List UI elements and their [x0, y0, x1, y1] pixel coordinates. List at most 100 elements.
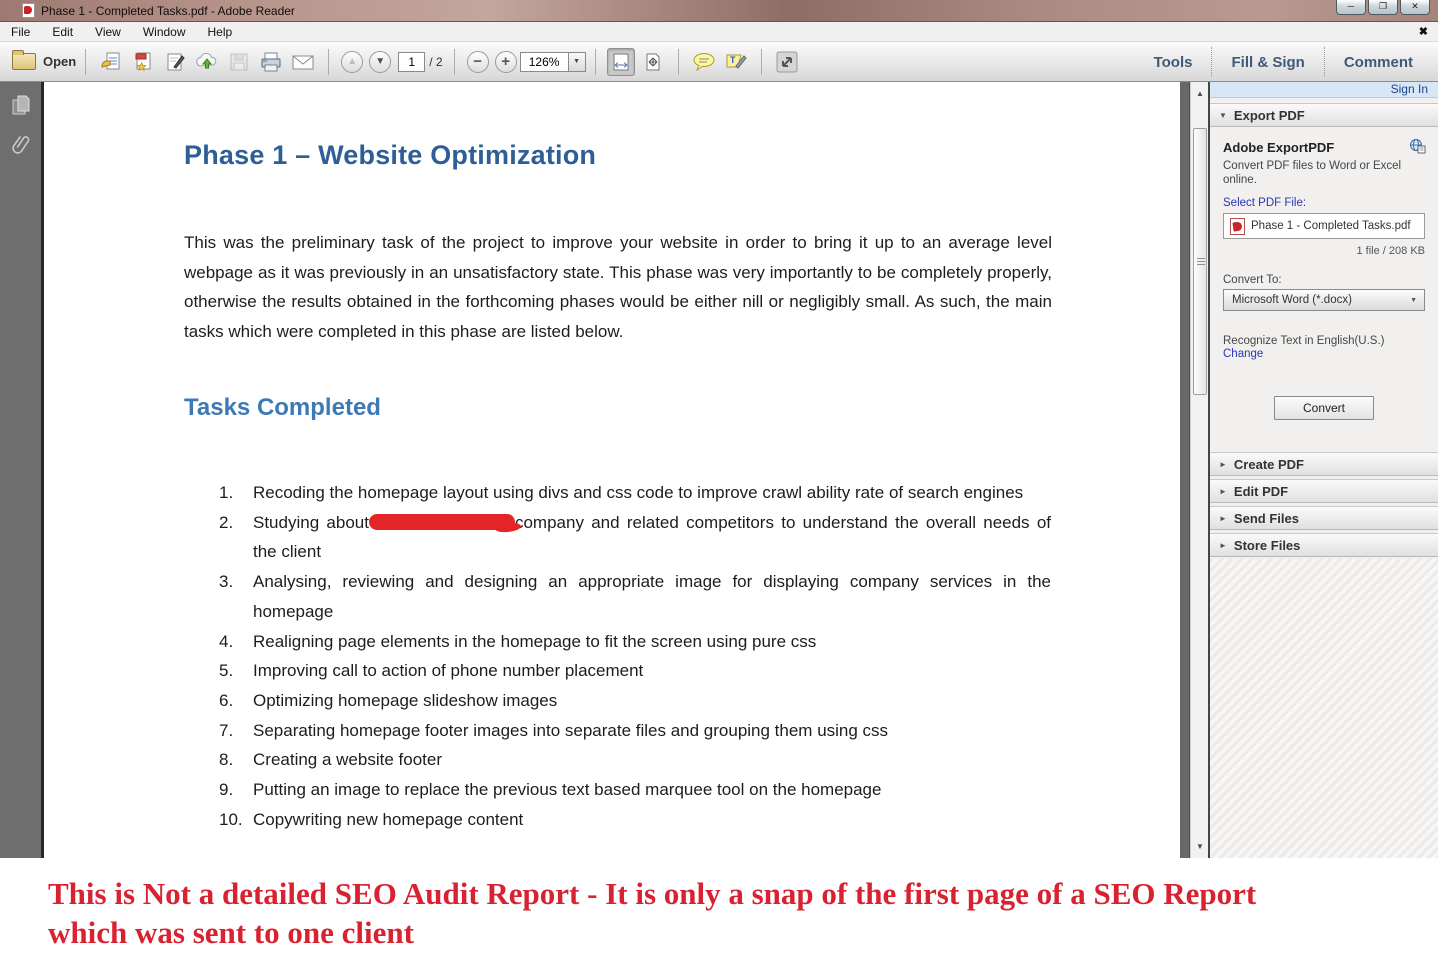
- tab-fill-sign[interactable]: Fill & Sign: [1212, 54, 1323, 71]
- task-item-redacted: 2.Studying aboutcompany and related comp…: [219, 508, 1051, 567]
- restore-button[interactable]: ❐: [1368, 0, 1398, 15]
- expand-triangle-icon: ►: [1219, 541, 1227, 550]
- print-button[interactable]: [257, 48, 285, 76]
- tab-comment[interactable]: Comment: [1325, 54, 1432, 71]
- zoom-out-button[interactable]: −: [467, 51, 489, 73]
- toolbar: Open: [0, 42, 1438, 82]
- adobe-reader-pdf-icon: [22, 3, 35, 18]
- email-button[interactable]: [289, 48, 317, 76]
- scroll-up-button[interactable]: ▲: [1192, 85, 1208, 101]
- selected-file-name: Phase 1 - Completed Tasks.pdf: [1251, 220, 1411, 232]
- navigation-pane-strip: [0, 82, 44, 858]
- printer-icon: [259, 51, 283, 73]
- cloud-upload-button[interactable]: [193, 48, 221, 76]
- tasks-list: 1.Recoding the homepage layout using div…: [219, 478, 1051, 834]
- pdf-page: Phase 1 – Website Optimization This was …: [47, 82, 1180, 858]
- save-floppy-icon: [228, 51, 250, 73]
- text-highlight-pen-icon: T: [724, 51, 748, 73]
- page-number-input[interactable]: [398, 52, 425, 72]
- file-meta: 1 file / 208 KB: [1357, 245, 1426, 257]
- close-button[interactable]: ✕: [1400, 0, 1430, 15]
- change-link[interactable]: Change: [1223, 348, 1263, 360]
- panel-empty-hatch: [1210, 559, 1438, 858]
- convert-button[interactable]: Convert: [1274, 396, 1374, 420]
- export-pdf-header[interactable]: ▼ Export PDF: [1210, 103, 1438, 127]
- task-item: 1.Recoding the homepage layout using div…: [219, 478, 1051, 508]
- task-item: 4.Realigning page elements in the homepa…: [219, 627, 1051, 657]
- task-item: 6.Optimizing homepage slideshow images: [219, 686, 1051, 716]
- create-pdf-header[interactable]: ► Create PDF: [1210, 452, 1438, 476]
- open-label: Open: [43, 54, 76, 69]
- redaction-mark: [369, 514, 515, 530]
- page-thumbnails-icon[interactable]: [10, 94, 32, 118]
- scroll-down-button[interactable]: ▼: [1192, 838, 1208, 854]
- sign-document-button[interactable]: [161, 48, 189, 76]
- tools-panel: Sign In ▼ Export PDF Adobe ExportPDF Con…: [1208, 82, 1438, 858]
- vertical-scrollbar[interactable]: ▲ ▼: [1190, 82, 1208, 858]
- previous-page-button[interactable]: ▲: [341, 51, 363, 73]
- minimize-button[interactable]: ─: [1336, 0, 1366, 15]
- convert-to-dropdown[interactable]: Microsoft Word (*.docx) ▼: [1223, 289, 1425, 311]
- document-arrow-icon: [100, 51, 122, 73]
- tab-tools[interactable]: Tools: [1135, 54, 1212, 71]
- task-item: 10.Copywriting new homepage content: [219, 805, 1051, 835]
- attachments-paperclip-icon[interactable]: [10, 130, 32, 160]
- create-pdf-button[interactable]: [129, 48, 157, 76]
- document-paragraph: This was the preliminary task of the pro…: [184, 228, 1052, 347]
- fit-page-button[interactable]: [639, 48, 667, 76]
- close-document-icon[interactable]: ✖: [1419, 25, 1428, 38]
- send-files-header[interactable]: ► Send Files: [1210, 506, 1438, 530]
- seo-note-text: This is Not a detailed SEO Audit Report …: [48, 874, 1256, 952]
- document-subtitle: Tasks Completed: [184, 394, 381, 422]
- menu-file[interactable]: File: [0, 23, 41, 41]
- recognize-text-label: Recognize Text in English(U.S.): [1223, 335, 1385, 347]
- convert-to-label: Convert To:: [1223, 274, 1282, 286]
- zoom-in-button[interactable]: +: [495, 51, 517, 73]
- cloud-upload-icon: [195, 51, 219, 73]
- save-button[interactable]: [225, 48, 253, 76]
- page-gutter: [1180, 82, 1190, 858]
- select-pdf-file-label: Select PDF File:: [1223, 197, 1306, 209]
- menu-edit[interactable]: Edit: [41, 23, 84, 41]
- sign-in-link[interactable]: Sign In: [1210, 82, 1438, 98]
- fullscreen-button[interactable]: [773, 48, 801, 76]
- zoom-level-input[interactable]: [520, 52, 568, 72]
- fit-page-icon: [643, 52, 663, 72]
- dropdown-arrow-icon: ▼: [1410, 297, 1424, 304]
- expand-triangle-icon: ►: [1219, 514, 1227, 523]
- annotation-area: This is Not a detailed SEO Audit Report …: [0, 858, 1438, 958]
- share-file-button[interactable]: [97, 48, 125, 76]
- fullscreen-arrows-icon: [775, 50, 799, 74]
- zoom-dropdown-arrow[interactable]: ▼: [568, 52, 586, 72]
- menu-bar: File Edit View Window Help ✖: [0, 22, 1438, 42]
- edit-pdf-header[interactable]: ► Edit PDF: [1210, 479, 1438, 503]
- task-item: 8.Creating a website footer: [219, 745, 1051, 775]
- menu-view[interactable]: View: [84, 23, 132, 41]
- document-star-icon: [132, 51, 154, 73]
- document-pen-icon: [164, 51, 186, 73]
- menu-window[interactable]: Window: [132, 23, 197, 41]
- page-total-label: / 2: [429, 55, 442, 69]
- expand-triangle-icon: ►: [1219, 460, 1227, 469]
- fit-width-button[interactable]: [607, 48, 635, 76]
- exportpdf-globe-icon: [1408, 138, 1426, 154]
- window-title: Phase 1 - Completed Tasks.pdf - Adobe Re…: [41, 4, 295, 18]
- task-item: 9.Putting an image to replace the previo…: [219, 775, 1051, 805]
- store-files-header[interactable]: ► Store Files: [1210, 533, 1438, 557]
- comment-button[interactable]: [690, 48, 718, 76]
- task-item: 3.Analysing, reviewing and designing an …: [219, 567, 1051, 626]
- fit-width-icon: [611, 52, 631, 72]
- collapse-triangle-icon: ▼: [1219, 111, 1227, 120]
- open-button[interactable]: Open: [12, 53, 76, 70]
- title-bar: Phase 1 - Completed Tasks.pdf - Adobe Re…: [0, 0, 1438, 22]
- menu-help[interactable]: Help: [197, 23, 244, 41]
- envelope-icon: [291, 51, 315, 73]
- folder-icon: [12, 53, 36, 70]
- scrollbar-thumb[interactable]: [1193, 128, 1207, 395]
- next-page-button[interactable]: ▼: [369, 51, 391, 73]
- document-title: Phase 1 – Website Optimization: [184, 140, 596, 171]
- pdf-file-icon: [1230, 218, 1245, 235]
- fill-sign-button[interactable]: T: [722, 48, 750, 76]
- selected-file-box[interactable]: Phase 1 - Completed Tasks.pdf: [1223, 213, 1425, 239]
- exportpdf-brand: Adobe ExportPDF: [1223, 140, 1334, 155]
